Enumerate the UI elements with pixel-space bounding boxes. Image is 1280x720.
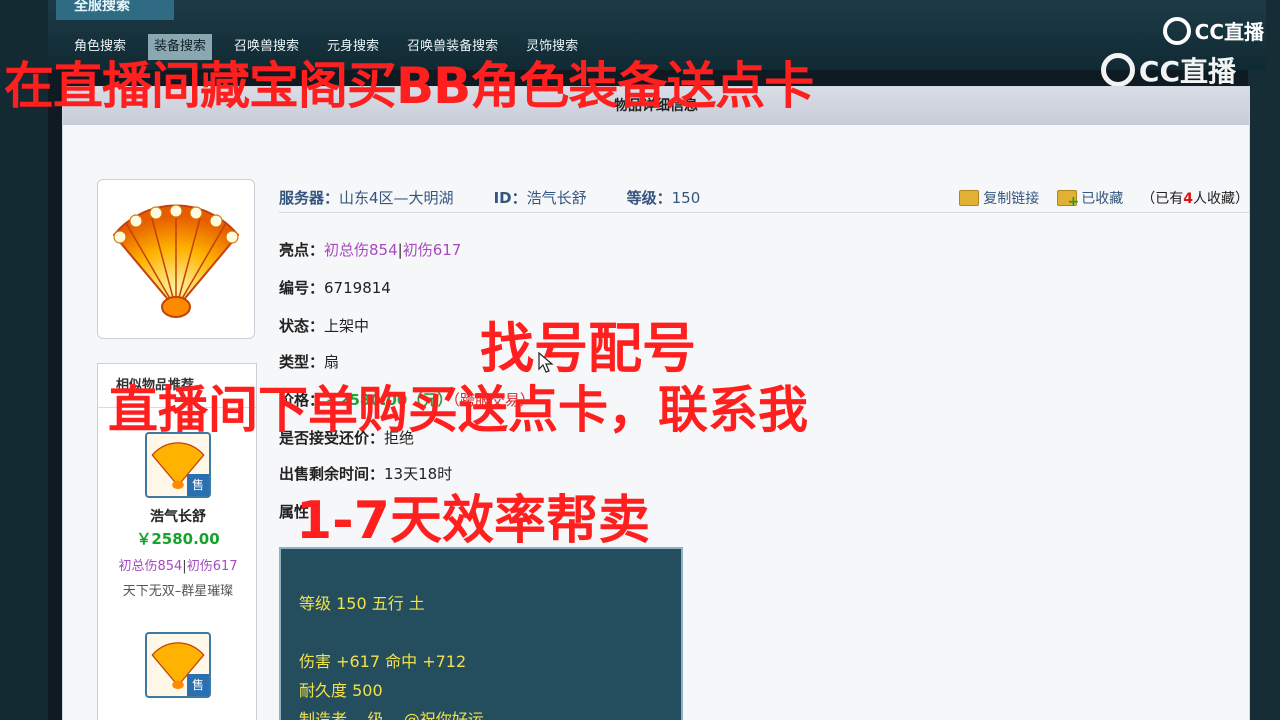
favorite-count: （已有4人收藏） <box>1141 188 1249 208</box>
cc-live-logo-text: CC直播 <box>1138 55 1236 88</box>
serial-value: 6719814 <box>324 279 391 297</box>
recommend-tags: 初总伤854|初伤617 <box>98 555 258 574</box>
sold-badge: 售 <box>187 674 209 696</box>
item-image-card <box>97 179 255 339</box>
favorite-button[interactable]: 已收藏 <box>1057 188 1124 210</box>
attribute-line: 耐久度 500 <box>299 681 383 700</box>
cc-live-logo-large: CC直播 <box>1100 50 1236 90</box>
right-edge <box>1248 0 1280 720</box>
sold-badge: 售 <box>187 474 209 496</box>
recommend-tag: 初伤617 <box>186 559 238 574</box>
item-info-row: 服务器： 山东4区—大明湖 ID： 浩气长舒 等级： 150 复制链接 已收藏 … <box>279 183 1249 213</box>
promo-overlay-top: 在直播间藏宝阁买BB角色装备送点卡 <box>4 57 814 115</box>
serial-label: 编号： <box>279 279 325 297</box>
recommend-price: ￥2580.00 <box>136 530 220 548</box>
type-value: 扇 <box>324 353 340 371</box>
highlight-tag: 初伤617 <box>402 241 462 259</box>
attribute-line: 等级 150 五行 土 <box>299 594 425 613</box>
status-field: 状态：上架中 <box>279 315 369 336</box>
recommend-thumb[interactable]: 售 <box>145 632 211 698</box>
recommend-tag: 初总伤854 <box>118 559 183 574</box>
cc-live-logo: CC直播 <box>1162 16 1264 45</box>
id-label: ID： <box>493 189 527 207</box>
attribute-box: 等级 150 五行 土 伤害 +617 命中 +712 耐久度 500 制造者 … <box>279 547 683 720</box>
status-label: 状态： <box>279 317 325 335</box>
highlight-tag: 初总伤854 <box>324 241 398 259</box>
id-value: 浩气长舒 <box>526 189 587 207</box>
level-value: 150 <box>671 188 701 207</box>
server-label: 服务器： <box>279 189 340 207</box>
fav-suffix: 人收藏） <box>1193 190 1249 207</box>
favorite-label: 已收藏 <box>1081 190 1124 207</box>
recommend-desc: 天下无双–群星璀璨 <box>122 584 234 599</box>
tab-all-server-search[interactable]: 全服搜索 <box>56 0 174 20</box>
fav-number: 4 <box>1183 190 1193 207</box>
cc-live-logo-text: CC直播 <box>1194 20 1264 44</box>
item-actions: 复制链接 已收藏 （已有4人收藏） <box>959 188 1249 210</box>
highlight-label: 亮点： <box>279 241 325 259</box>
serial-field: 编号：6719814 <box>279 277 391 298</box>
type-label: 类型： <box>279 353 325 371</box>
recommend-name[interactable]: 浩气长舒 <box>98 506 258 526</box>
server-value: 山东4区—大明湖 <box>339 189 454 207</box>
status-value: 上架中 <box>324 317 370 335</box>
attribute-line: 制造者 ...级 ...@祝你好运 <box>299 710 484 720</box>
cc-live-logo-icon <box>1100 53 1135 87</box>
highlight-field: 亮点：初总伤854|初伤617 <box>279 239 461 260</box>
recommend-item[interactable]: 售 浩气长舒 ￥2580.00 初总伤854|初伤617 天下无双–群星璀璨 <box>98 432 258 599</box>
recommend-item[interactable]: 售 <box>98 632 258 698</box>
cc-live-logo-icon <box>1162 16 1191 45</box>
attribute-line: 伤害 +617 命中 +712 <box>299 652 467 671</box>
fan-icon <box>112 204 240 318</box>
cursor-icon <box>538 352 554 373</box>
copy-link-button[interactable]: 复制链接 <box>959 188 1039 208</box>
copy-link-label: 复制链接 <box>983 190 1040 207</box>
type-field: 类型：扇 <box>279 351 339 372</box>
promo-overlay-sell: 1-7天效率帮卖 <box>296 491 650 551</box>
favorite-icon <box>1057 189 1079 210</box>
fav-prefix: （已有 <box>1141 190 1184 207</box>
promo-overlay-order: 直播间下单购买送点卡，联系我 <box>108 381 808 439</box>
copy-link-icon <box>959 189 980 206</box>
level-label: 等级： <box>626 189 672 207</box>
